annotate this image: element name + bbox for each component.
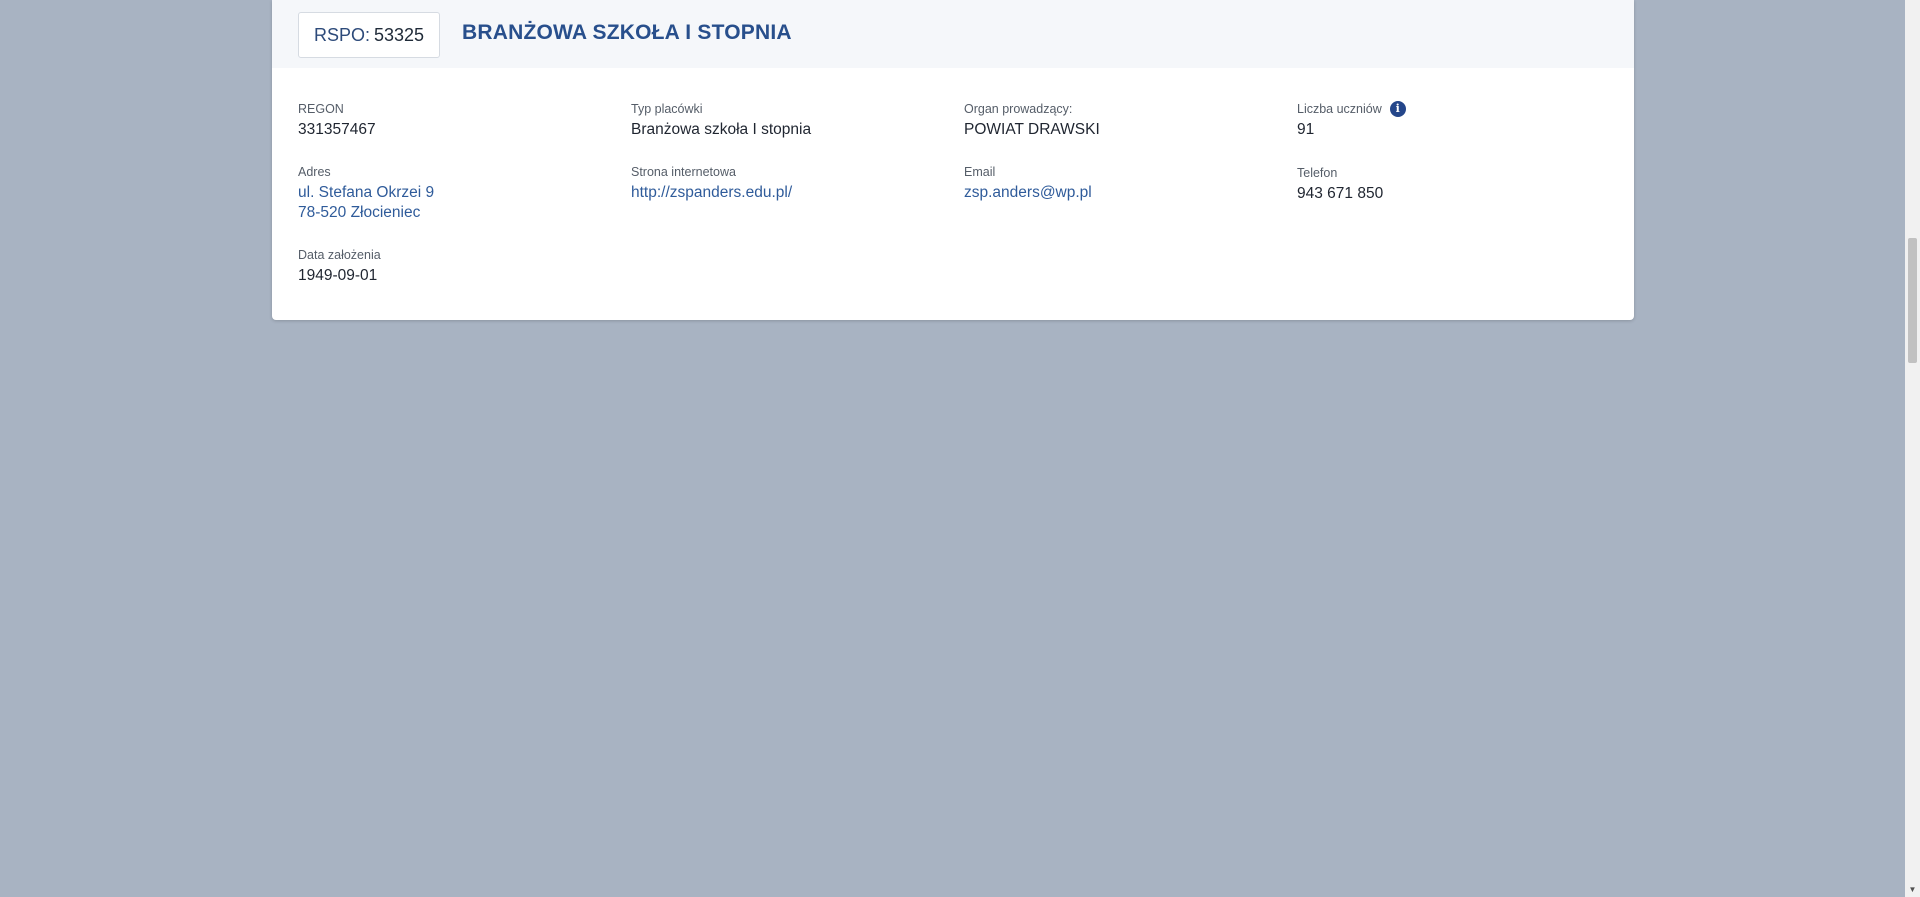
- organ-value: POWIAT DRAWSKI: [964, 121, 1100, 138]
- liczba-value: 91: [1297, 121, 1315, 138]
- adres-line2[interactable]: 78-520 Złocieniec: [298, 203, 434, 223]
- liczba-label-row: Liczba uczniów i: [1297, 101, 1406, 117]
- field-organ: Organ prowadzący: POWIAT DRAWSKI: [964, 101, 1100, 140]
- data-value: 1949-09-01: [298, 267, 378, 284]
- email-label: Email: [964, 165, 996, 179]
- liczba-label: Liczba uczniów: [1297, 102, 1382, 116]
- vertical-scrollbar[interactable]: ▼: [1905, 0, 1920, 897]
- page: RSPO: 53325 BRANŻOWA SZKOŁA I STOPNIA RE…: [0, 0, 1920, 897]
- rspo-label: RSPO:: [313, 24, 370, 45]
- typ-value: Branżowa szkoła I stopnia: [631, 121, 812, 138]
- rspo-value: 53325: [373, 24, 425, 45]
- regon-label: REGON: [298, 102, 344, 116]
- data-label: Data założenia: [298, 248, 381, 262]
- field-email: Email zsp.anders@wp.pl: [964, 164, 1092, 203]
- rspo-badge: RSPO: 53325: [298, 12, 440, 58]
- scrollbar-thumb[interactable]: [1908, 238, 1917, 363]
- telefon-label: Telefon: [1297, 166, 1338, 180]
- field-typ-placowki: Typ placówki Branżowa szkoła I stopnia: [631, 101, 811, 140]
- info-icon[interactable]: i: [1389, 101, 1406, 117]
- school-name: BRANŻOWA SZKOŁA I STOPNIA: [462, 21, 792, 44]
- adres-label: Adres: [298, 165, 331, 179]
- adres-line1[interactable]: ul. Stefana Okrzei 9: [298, 183, 434, 203]
- field-regon: REGON 331357467: [298, 101, 376, 140]
- field-telefon: Telefon 943 671 850: [1297, 165, 1383, 204]
- school-card: RSPO: 53325 BRANŻOWA SZKOŁA I STOPNIA RE…: [272, 0, 1634, 320]
- telefon-value: 943 671 850: [1297, 185, 1384, 202]
- field-data-zalozenia: Data założenia 1949-09-01: [298, 247, 381, 286]
- regon-value: 331357467: [298, 121, 376, 138]
- card-header: RSPO: 53325 BRANŻOWA SZKOŁA I STOPNIA: [272, 0, 1634, 68]
- chevron-down-icon[interactable]: ▼: [1905, 882, 1920, 897]
- strona-label: Strona internetowa: [631, 165, 736, 179]
- strona-link[interactable]: http://zspanders.edu.pl/: [631, 183, 792, 203]
- typ-label: Typ placówki: [631, 102, 703, 116]
- field-adres: Adres ul. Stefana Okrzei 9 78-520 Złocie…: [298, 164, 434, 223]
- field-liczba-uczniow: Liczba uczniów i 91: [1297, 101, 1406, 140]
- organ-label: Organ prowadzący:: [964, 102, 1073, 116]
- field-strona: Strona internetowa http://zspanders.edu.…: [631, 164, 792, 203]
- email-link[interactable]: zsp.anders@wp.pl: [964, 183, 1092, 203]
